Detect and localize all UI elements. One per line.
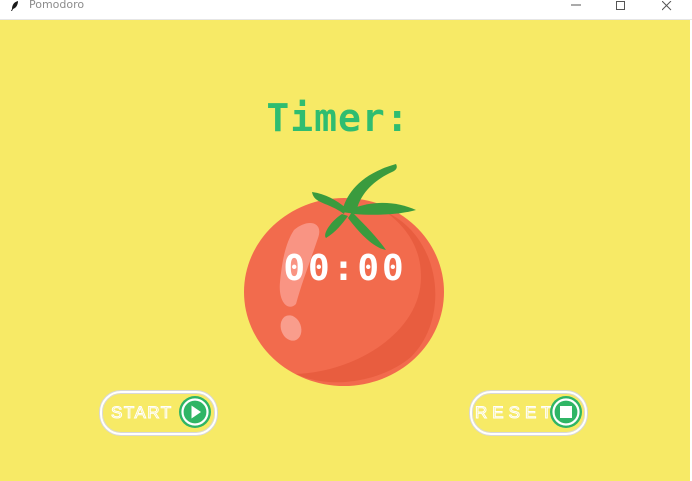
play-icon [179, 396, 211, 428]
maximize-icon [615, 1, 625, 10]
reset-button-label: RESET [475, 403, 557, 423]
start-button-label: START [111, 403, 173, 423]
stop-icon [550, 396, 582, 428]
close-button[interactable] [644, 0, 689, 12]
maximize-button[interactable] [598, 0, 643, 12]
pomodoro-window: Pomodoro Timer: 00:00 START RESET [0, 0, 692, 481]
minimize-button[interactable] [553, 0, 598, 12]
start-button[interactable]: START [100, 391, 217, 435]
close-icon [661, 1, 671, 11]
title-bar[interactable]: Pomodoro [0, 0, 692, 20]
window-title: Pomodoro [29, 0, 85, 11]
reset-button[interactable]: RESET [470, 391, 587, 435]
minimize-icon [570, 4, 581, 6]
feather-icon [11, 1, 18, 11]
timer-label: Timer: [266, 96, 410, 140]
time-display: 00:00 [283, 248, 407, 289]
